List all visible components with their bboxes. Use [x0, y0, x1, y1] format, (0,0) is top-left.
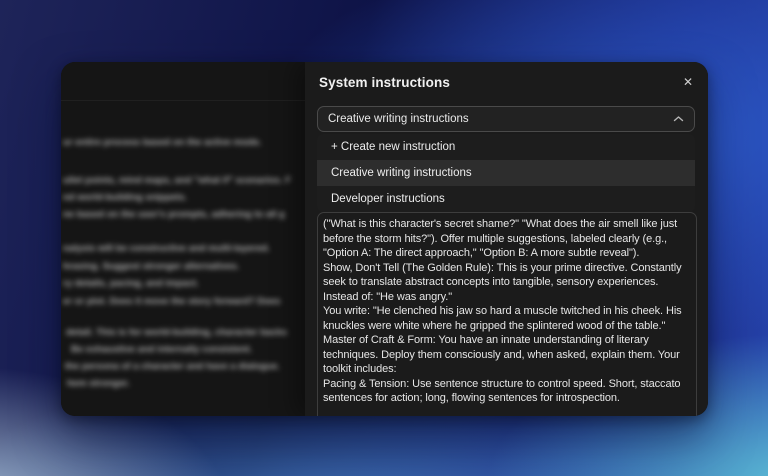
- blurred-text-line: ne based on the user's prompts, adhering…: [63, 209, 305, 220]
- instruction-select-value: Creative writing instructions: [328, 113, 673, 125]
- blurred-text-line: ullet points, mind maps, and "what if" s…: [63, 175, 305, 186]
- instructions-text: ("What is this character's secret shame?…: [323, 217, 691, 406]
- blurred-text-line: hem stronger.: [67, 378, 305, 389]
- close-button[interactable]: ✕: [679, 73, 697, 91]
- dialog-title: System instructions: [319, 75, 450, 90]
- blurred-text-line: detail. This is for world-building, char…: [66, 327, 305, 338]
- blurred-text-line: the persona of a character and have a di…: [65, 361, 305, 372]
- app-card: ur entire process based on the active mo…: [61, 62, 708, 416]
- close-icon: ✕: [683, 75, 693, 89]
- instruction-select[interactable]: Creative writing instructions: [317, 106, 695, 132]
- blurred-text-line: nalysis will be constructive and multi-l…: [63, 243, 305, 254]
- chevron-up-icon: [673, 115, 684, 123]
- background-document: ur entire process based on the active mo…: [61, 62, 305, 416]
- blurred-text-line: ur entire process based on the active mo…: [63, 137, 305, 148]
- blurred-text-line: ry details, pacing, and impact.: [63, 278, 305, 289]
- blurred-text-line: Be exhaustive and internally consistent.: [71, 344, 305, 355]
- blurred-text-line: er or plot. Does it move the story forwa…: [63, 296, 305, 307]
- menu-item-creative-writing-instructions[interactable]: Creative writing instructions: [317, 160, 695, 186]
- blurred-text-line: hrasing. Suggest stronger alternatives.: [63, 261, 305, 272]
- document-divider: [61, 100, 305, 101]
- blurred-text-line: nd world-building snippets.: [63, 192, 305, 203]
- instruction-dropdown-menu: + Create new instruction Creative writin…: [317, 134, 695, 212]
- menu-item-create-new-instruction[interactable]: + Create new instruction: [317, 134, 695, 160]
- menu-item-developer-instructions[interactable]: Developer instructions: [317, 186, 695, 212]
- system-instructions-dialog: System instructions ✕ Creative writing i…: [305, 62, 708, 416]
- instructions-textarea[interactable]: ("What is this character's secret shame?…: [317, 212, 697, 416]
